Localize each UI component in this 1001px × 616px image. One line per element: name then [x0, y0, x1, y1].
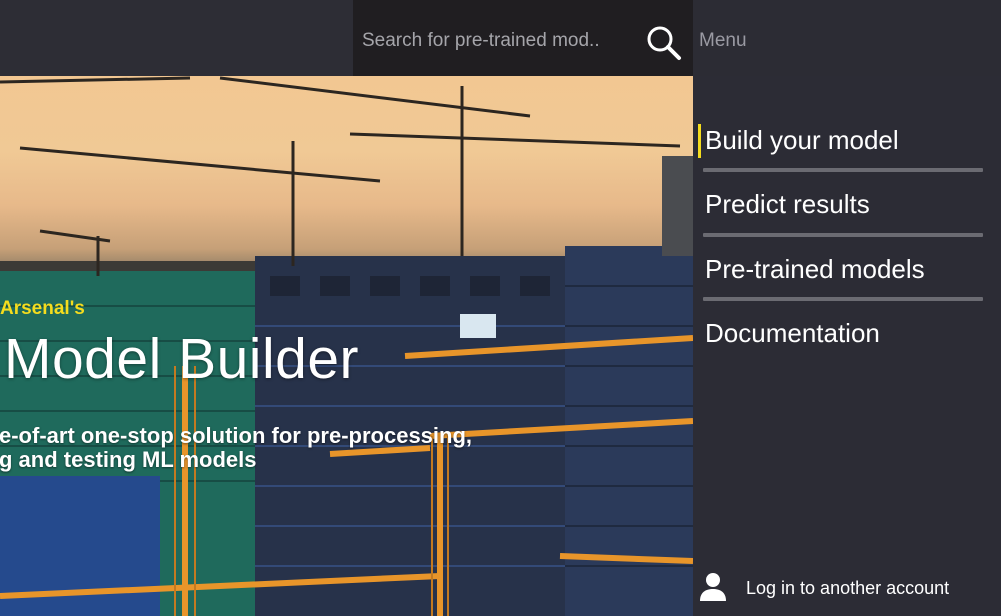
hero-banner: Arsenal's Model Builder e-of-art one-sto… [0, 76, 693, 616]
hero-subtitle: e-of-art one-stop solution for pre-proce… [0, 424, 472, 472]
hero-subtitle-line-1: e-of-art one-stop solution for pre-proce… [0, 423, 473, 448]
search-button[interactable] [645, 24, 683, 62]
menu-item-build-your-model[interactable]: Build your model [698, 118, 983, 162]
menu-divider [703, 233, 983, 237]
menu-divider [703, 297, 983, 301]
search-icon [647, 26, 681, 60]
active-indicator [698, 124, 701, 158]
menu-label: Menu [699, 30, 747, 51]
menu-item-label: Documentation [705, 318, 880, 348]
menu-divider [703, 168, 983, 172]
menu-item-label: Predict results [705, 189, 870, 219]
hero-text: Arsenal's Model Builder e-of-art one-sto… [0, 76, 693, 616]
login-another-account-button[interactable]: Log in to another account [700, 572, 990, 606]
hero-kicker: Arsenal's [0, 298, 85, 319]
hero-title: Model Builder [4, 327, 360, 391]
login-another-account-label: Log in to another account [746, 578, 950, 598]
menu-item-documentation[interactable]: Documentation [705, 311, 983, 355]
hero-subtitle-line-2: g and testing ML models [0, 447, 257, 472]
search-input[interactable] [362, 26, 634, 56]
menu-item-predict-results[interactable]: Predict results [705, 182, 983, 226]
page: Menu [0, 0, 1001, 616]
user-icon [700, 573, 726, 601]
menu-item-label: Pre-trained models [705, 254, 925, 284]
top-bar [0, 0, 353, 76]
side-menu: Build your model Predict results Pre-tra… [693, 76, 1001, 616]
menu-item-pre-trained-models[interactable]: Pre-trained models [705, 247, 983, 291]
menu-item-label: Build your model [705, 125, 899, 155]
